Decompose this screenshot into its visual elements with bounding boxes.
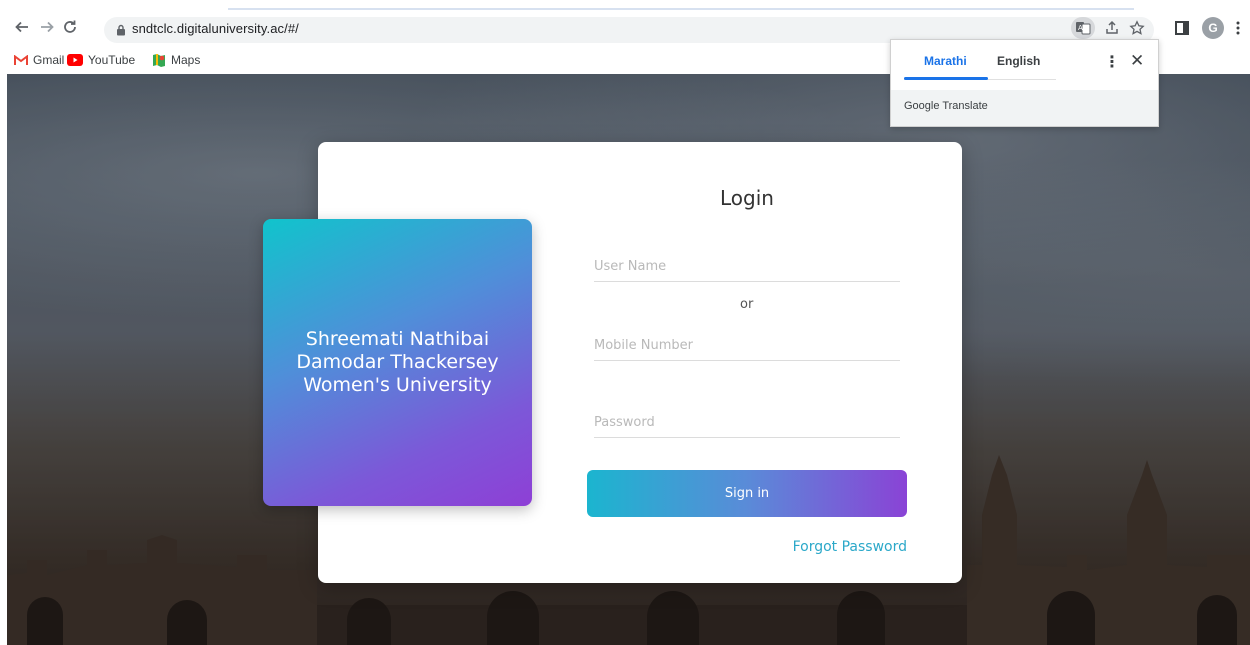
mobile-number-input[interactable] [594, 331, 900, 361]
share-icon [1106, 20, 1118, 34]
side-panel-icon [1175, 21, 1189, 35]
back-button[interactable] [12, 17, 32, 37]
tab-english[interactable]: English [997, 54, 1040, 68]
lock-icon[interactable] [116, 24, 126, 36]
profile-avatar[interactable]: G [1202, 17, 1224, 39]
forgot-password-link[interactable]: Forgot Password [760, 539, 907, 555]
url-text[interactable]: sndtclc.digitaluniversity.ac/#/ [132, 19, 299, 39]
translate-tabs: Marathi English ⋮ ✕ [891, 40, 1158, 90]
google-translate-popup: Marathi English ⋮ ✕ Google Translate [890, 39, 1159, 127]
reload-button[interactable] [60, 17, 80, 37]
login-title: Login [720, 186, 774, 210]
bookmark-gmail[interactable]: Gmail [14, 52, 64, 68]
bookmark-star-button[interactable] [1127, 18, 1147, 38]
tab-marathi[interactable]: Marathi [924, 54, 967, 68]
youtube-icon [67, 54, 83, 66]
translate-button[interactable]: A [1071, 17, 1095, 39]
translate-options-icon[interactable]: ⋮ [1104, 52, 1120, 72]
side-panel-button[interactable] [1172, 18, 1192, 38]
arrow-right-icon [41, 21, 54, 33]
close-icon[interactable]: ✕ [1130, 51, 1144, 71]
reload-icon [64, 20, 76, 33]
svg-text:A: A [1078, 24, 1083, 32]
forward-button[interactable] [37, 17, 57, 37]
google-translate-label: Google Translate [904, 100, 988, 112]
browser-menu-button[interactable] [1228, 18, 1248, 38]
bookmark-maps[interactable]: Maps [152, 52, 200, 68]
translate-icon: A [1076, 22, 1091, 35]
university-name: Shreemati Nathibai Damodar Thackersey Wo… [296, 328, 499, 396]
bookmark-label: YouTube [88, 53, 136, 67]
bookmark-label: Maps [171, 53, 201, 67]
sign-in-button[interactable]: Sign in [587, 470, 907, 517]
university-brand-panel: Shreemati Nathibai Damodar Thackersey Wo… [263, 219, 532, 506]
gmail-icon [14, 54, 28, 65]
arrow-left-icon [15, 21, 28, 33]
active-tab-indicator [904, 77, 988, 80]
or-divider-text: or [740, 297, 754, 312]
loading-bar [228, 8, 1134, 10]
bookmark-youtube[interactable]: YouTube [67, 52, 135, 68]
more-vertical-icon [1236, 21, 1240, 35]
maps-icon [153, 54, 165, 67]
username-input[interactable] [594, 252, 900, 282]
bookmark-label: Gmail [33, 53, 65, 67]
password-input[interactable] [594, 408, 900, 438]
star-icon [1129, 20, 1145, 35]
share-button[interactable] [1102, 18, 1122, 38]
